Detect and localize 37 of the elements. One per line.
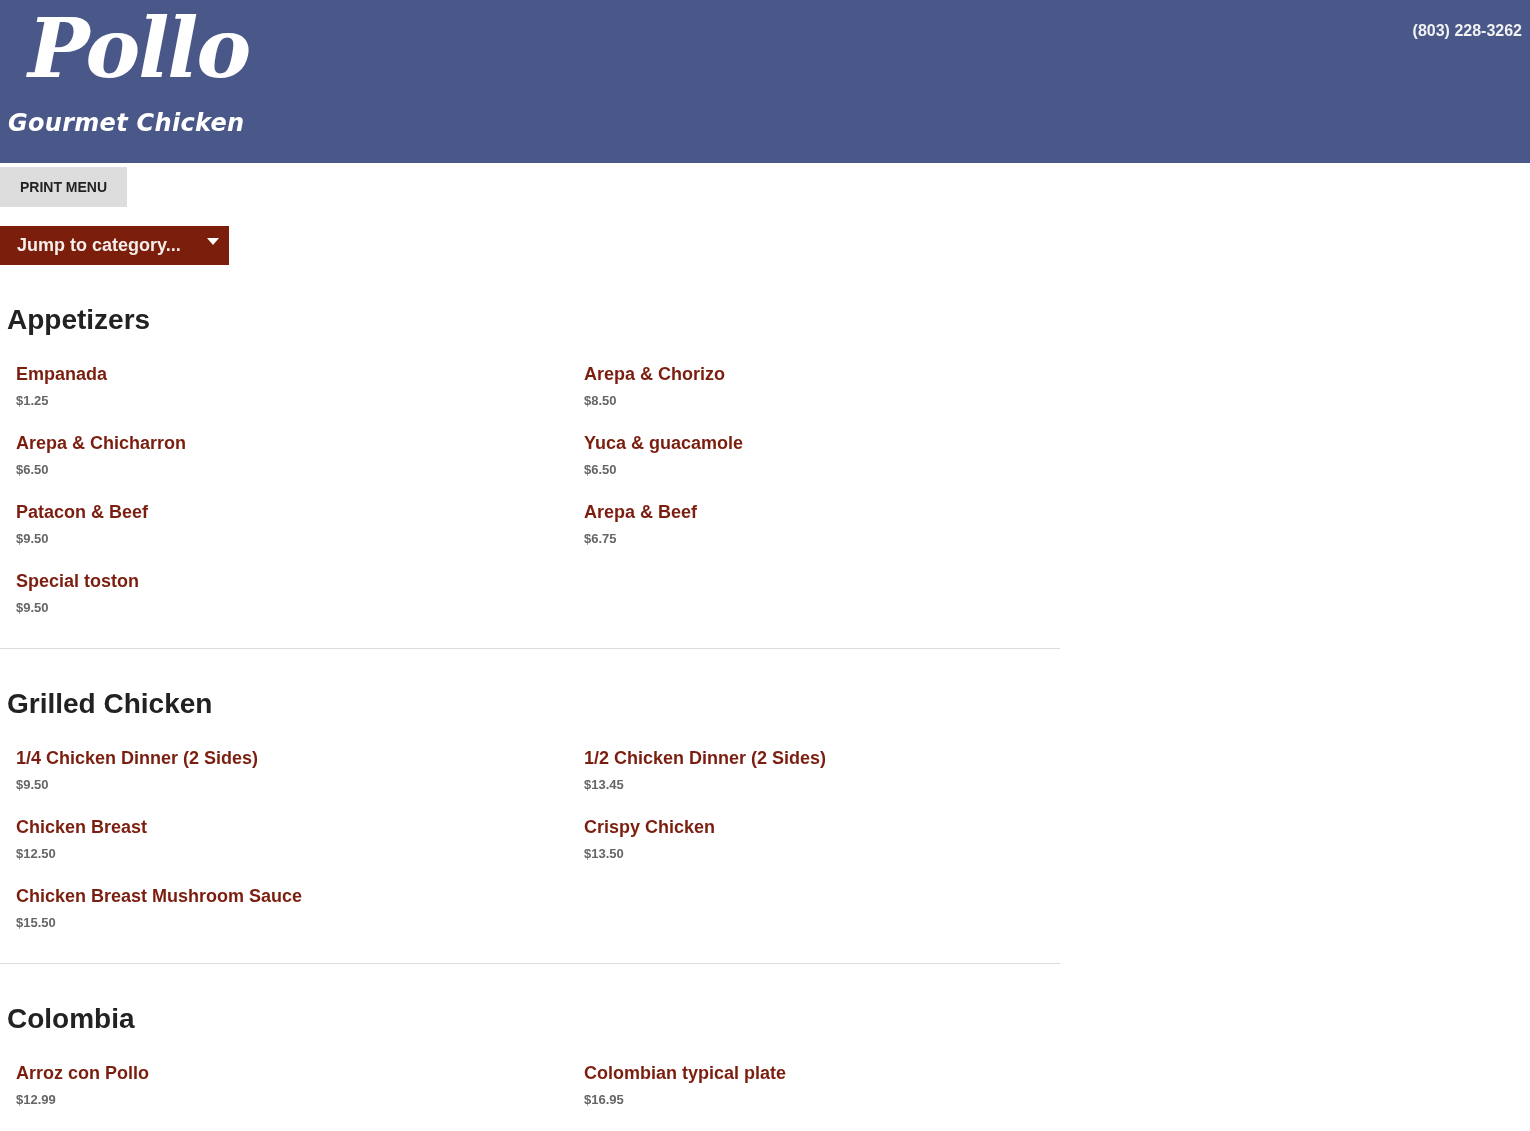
item-name[interactable]: 1/4 Chicken Dinner (2 Sides) bbox=[16, 747, 259, 769]
item-price: $8.50 bbox=[584, 393, 617, 408]
item-price: $6.50 bbox=[16, 462, 49, 477]
item-name[interactable]: Empanada bbox=[16, 363, 108, 385]
item-name[interactable]: 1/2 Chicken Dinner (2 Sides) bbox=[584, 747, 827, 769]
caret-icon bbox=[207, 238, 219, 245]
item-price: $13.45 bbox=[584, 777, 624, 792]
item-price: $12.50 bbox=[16, 846, 56, 861]
item-price: $16.95 bbox=[584, 1092, 624, 1107]
phone-number[interactable]: (803) 228-3262 bbox=[1412, 22, 1522, 40]
item-name[interactable]: Arepa & Beef bbox=[584, 501, 698, 523]
print-menu-button[interactable]: PRINT MENU bbox=[0, 167, 127, 207]
item-price: $6.75 bbox=[584, 531, 617, 546]
item-price: $6.50 bbox=[584, 462, 617, 477]
item-price: $15.50 bbox=[16, 915, 56, 930]
section-heading: Grilled Chicken bbox=[7, 687, 214, 721]
item-price: $9.50 bbox=[16, 531, 49, 546]
item-price: $12.99 bbox=[16, 1092, 56, 1107]
item-name[interactable]: Crispy Chicken bbox=[584, 816, 716, 838]
item-name[interactable]: Arroz con Pollo bbox=[16, 1062, 149, 1084]
logo-wordmark: Pollo bbox=[25, 0, 250, 96]
item-price: $9.50 bbox=[16, 600, 49, 615]
item-price: $9.50 bbox=[16, 777, 49, 792]
item-name[interactable]: Arepa & Chorizo bbox=[584, 363, 725, 385]
item-name[interactable]: Colombian typical plate bbox=[584, 1062, 787, 1084]
item-name[interactable]: Chicken Breast bbox=[16, 816, 148, 838]
item-name[interactable]: Arepa & Chicharron bbox=[16, 432, 187, 454]
item-name[interactable]: Chicken Breast Mushroom Sauce bbox=[16, 885, 303, 907]
logo-tagline: Gourmet Chicken bbox=[8, 108, 245, 138]
item-name[interactable]: Patacon & Beef bbox=[16, 501, 149, 523]
section-heading: Colombia bbox=[7, 1002, 136, 1036]
item-name[interactable]: Special toston bbox=[16, 570, 140, 592]
item-price: $1.25 bbox=[16, 393, 49, 408]
item-name[interactable]: Yuca & guacamole bbox=[584, 432, 744, 454]
item-price: $13.50 bbox=[584, 846, 624, 861]
category-dropdown[interactable]: Jump to category... bbox=[0, 226, 229, 265]
section-heading: Appetizers bbox=[7, 303, 152, 337]
